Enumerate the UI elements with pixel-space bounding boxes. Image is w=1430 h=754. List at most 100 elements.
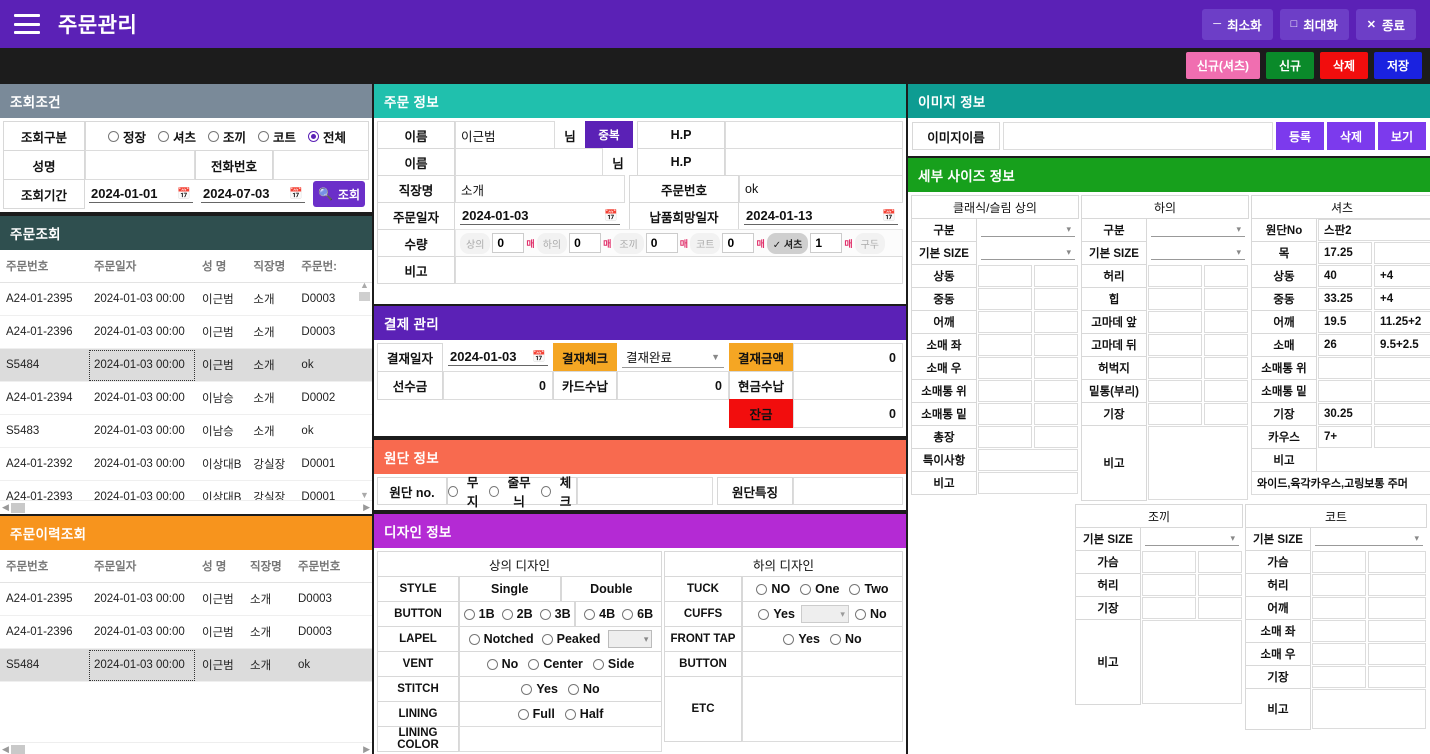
table-cell[interactable]: 2024-01-03 00:00: [88, 381, 196, 415]
table-cell[interactable]: 소개: [244, 648, 292, 682]
quantity-chip-조끼[interactable]: 조끼: [613, 232, 644, 254]
scroll-right-icon[interactable]: ▶: [363, 744, 370, 754]
table-cell[interactable]: A24-01-2395: [0, 282, 88, 316]
column-header[interactable]: 성 명: [196, 550, 244, 583]
size-adjust-input[interactable]: +4: [1374, 265, 1430, 287]
orderdate-input[interactable]: 2024-01-03: [462, 208, 529, 223]
table-cell[interactable]: S5484: [0, 648, 88, 682]
paydate-wrap[interactable]: 2024-01-03 📅: [443, 343, 553, 372]
chevron-down-icon[interactable]: ▾: [1236, 224, 1241, 235]
size-select[interactable]: ▾: [977, 218, 1079, 242]
table-cell[interactable]: 이근범: [196, 582, 244, 616]
chevron-down-icon[interactable]: ▾: [1230, 533, 1235, 544]
company-input[interactable]: 소개: [455, 175, 625, 203]
column-header[interactable]: 주문번호: [0, 550, 88, 583]
table-cell[interactable]: 이근범: [196, 315, 248, 349]
column-header[interactable]: 주문번:: [295, 250, 372, 283]
orderdate-wrap[interactable]: 2024-01-03 📅: [455, 202, 625, 230]
size-adjust-input[interactable]: [1034, 380, 1078, 402]
size-value-input[interactable]: [1312, 574, 1366, 596]
table-cell[interactable]: 2024-01-03 00:00: [88, 282, 196, 316]
size-adjust-input[interactable]: [1034, 265, 1078, 287]
size-adjust-input[interactable]: [1198, 551, 1242, 573]
design-radio-group[interactable]: No Center Side: [459, 651, 662, 677]
size-value-input[interactable]: [1312, 620, 1366, 642]
design-radio-option[interactable]: Yes: [758, 607, 795, 621]
size-adjust-input[interactable]: [1368, 643, 1426, 665]
search-type-option[interactable]: 전체: [308, 127, 346, 146]
design-radio-option[interactable]: 1B: [463, 607, 495, 621]
payment-status-wrap[interactable]: 결재완료 ▼: [617, 343, 729, 372]
column-header[interactable]: 주문번호: [0, 250, 88, 283]
design-radio-option[interactable]: Side: [592, 657, 634, 671]
table-row[interactable]: A24-01-2396 2024-01-03 00:00 이근범 소개 D0003: [0, 315, 372, 349]
size-adjust-input[interactable]: [1374, 426, 1430, 448]
design-radio-option[interactable]: NO: [756, 582, 790, 596]
search-type-radio-group[interactable]: 정장 셔츠 조끼 코트 전체: [85, 121, 369, 151]
search-type-option[interactable]: 조끼: [207, 127, 246, 146]
design-select[interactable]: ▾: [608, 630, 653, 648]
size-select[interactable]: ▾: [1147, 241, 1249, 265]
image-button-2[interactable]: 보기: [1378, 122, 1426, 150]
scroll-down-icon[interactable]: ▼: [360, 490, 369, 500]
prepay-input[interactable]: 0: [443, 371, 553, 400]
shirt-memo-input[interactable]: 와이드,육각카우스,고링보통 주머: [1251, 471, 1430, 495]
table-cell[interactable]: D0003: [292, 582, 372, 616]
table-cell[interactable]: 소개: [247, 282, 296, 316]
design-radio-option[interactable]: Center: [528, 657, 583, 671]
table-cell[interactable]: 소개: [247, 381, 296, 415]
size-select[interactable]: ▾: [1141, 527, 1243, 551]
size-value-input[interactable]: [1142, 574, 1196, 596]
table-cell[interactable]: A24-01-2396: [0, 315, 88, 349]
design-radio-option[interactable]: 4B: [584, 607, 615, 621]
table-cell[interactable]: 2024-01-03 00:00: [88, 648, 196, 682]
table-cell[interactable]: 2024-01-03 00:00: [88, 447, 196, 481]
table-cell[interactable]: 소개: [247, 348, 296, 382]
size-value-input[interactable]: 40: [1318, 265, 1372, 287]
chevron-down-icon[interactable]: ▼: [711, 352, 720, 362]
order-list-table[interactable]: 주문번호 주문일자 성 명 직장명 주문번: A24-01-2395 2024-01-03 …: [0, 250, 372, 514]
order-memo-input[interactable]: [455, 256, 903, 284]
chevron-down-icon[interactable]: ▾: [1066, 224, 1071, 235]
size-adjust-input[interactable]: 9.5+2.5: [1374, 334, 1430, 356]
orderno-input[interactable]: ok: [739, 175, 903, 203]
table-cell[interactable]: 이근범: [196, 648, 244, 682]
quantity-chip-하의[interactable]: 하의: [536, 232, 568, 254]
design-radio-option[interactable]: No: [486, 657, 518, 671]
search-button[interactable]: 🔍 조회: [313, 181, 365, 207]
size-value-input[interactable]: 30.25: [1318, 403, 1372, 425]
design-radio-group[interactable]: Yes ▾ No: [742, 601, 903, 627]
size-value-input[interactable]: [978, 288, 1032, 310]
table-cell[interactable]: 2024-01-03 00:00: [88, 582, 196, 616]
shirt-fabric-input[interactable]: 스판2: [1318, 219, 1430, 241]
size-select[interactable]: ▾: [1147, 218, 1249, 242]
table-cell[interactable]: 2024-01-03 00:00: [88, 315, 196, 349]
quantity-chip-셔츠[interactable]: ✓ 셔츠: [766, 232, 809, 254]
design-radio-option[interactable]: 3B: [539, 607, 571, 621]
design-radio-group-a[interactable]: 1B 2B 3B: [459, 601, 576, 627]
search-type-option[interactable]: 코트: [258, 127, 296, 146]
hp2-input[interactable]: [725, 148, 903, 176]
size-text-input[interactable]: [1312, 689, 1426, 729]
design-input[interactable]: [459, 726, 662, 752]
duplicate-button[interactable]: 중복: [585, 121, 633, 149]
table-cell[interactable]: 이남승: [196, 381, 248, 415]
size-value-input[interactable]: 7+: [1318, 426, 1372, 448]
size-adjust-input[interactable]: [1198, 597, 1242, 619]
size-value-input[interactable]: [978, 334, 1032, 356]
fabric-type-option[interactable]: 줄무늬: [489, 472, 535, 510]
table-cell[interactable]: 이근범: [196, 282, 248, 316]
design-radio-option[interactable]: 2B: [501, 607, 533, 621]
calendar-icon[interactable]: 📅: [289, 187, 303, 200]
size-value-input[interactable]: [1148, 380, 1202, 402]
order-list-horizontal-scrollbar[interactable]: ◀ ▶: [0, 500, 372, 514]
payment-status-select[interactable]: 결재완료: [626, 347, 672, 366]
date-from-wrap[interactable]: 2024-01-01 📅: [85, 179, 197, 209]
size-adjust-input[interactable]: [1204, 357, 1248, 379]
balance-input[interactable]: 0: [793, 399, 903, 428]
design-radio-option[interactable]: 6B: [622, 607, 653, 621]
table-row[interactable]: A24-01-2395 2024-01-03 00:00 이근범 소개 D0003: [0, 282, 372, 316]
image-button-1[interactable]: 삭제: [1327, 122, 1375, 150]
table-row[interactable]: A24-01-2396 2024-01-03 00:00 이근범 소개 D0003: [0, 615, 372, 649]
search-phone-input[interactable]: [273, 150, 369, 180]
